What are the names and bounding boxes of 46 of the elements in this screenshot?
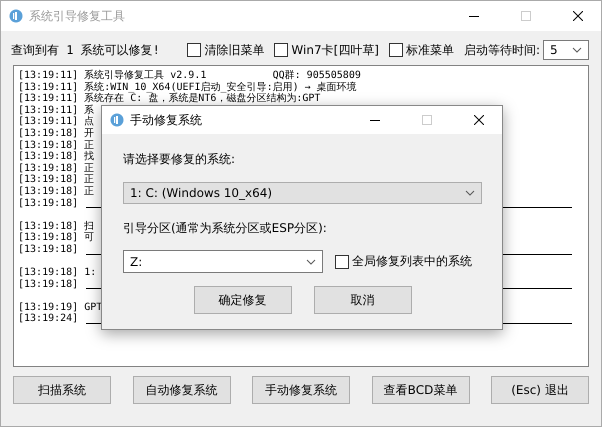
system-dropdown[interactable]: 1: C: (Windows 10_x64) — [123, 182, 482, 204]
log-line: [13:19:18] 可 — [18, 232, 94, 244]
system-label: 请选择要修复的系统: — [123, 151, 236, 168]
chevron-down-icon — [306, 258, 316, 264]
log-line: [13:19:18] 正 — [18, 140, 94, 151]
log-line: [13:19:19] GPT — [18, 302, 102, 313]
option-checkbox[interactable]: 标准菜单 — [388, 42, 454, 58]
close-icon[interactable] — [573, 11, 583, 21]
log-line: [13:19:18] 1: — [18, 267, 96, 279]
log-line: [13:19:11] 系统存在 C: 盘，系统是NT6，磁盘分区结构为:GPT — [18, 93, 320, 104]
log-line: [13:19:18] 正 — [18, 162, 94, 174]
partition-label: 引导分区(通常为系统分区或ESP分区): — [123, 220, 328, 237]
status-text: 查询到有 1 系统可以修复! — [11, 42, 160, 58]
app-logo-icon — [110, 113, 124, 127]
dialog-button[interactable]: 取消 — [314, 286, 412, 314]
log-line: [13:19:18] 正 — [18, 186, 94, 198]
option-checkbox[interactable]: Win7卡[四叶草] — [274, 42, 379, 58]
action-button[interactable]: 查看BCD菜单 — [372, 376, 470, 404]
chevron-down-icon — [465, 190, 475, 196]
log-line: [13:19:11] 系统引导修复工具 v2.9.1 QQ群: 905505809 — [18, 70, 361, 82]
app-logo-icon — [9, 9, 23, 23]
log-line: [13:19:18] 开 — [18, 128, 94, 140]
dialog-button[interactable]: 确定修复 — [194, 286, 292, 314]
action-button[interactable]: 扫描系统 — [13, 376, 111, 404]
log-line: [13:19:18] 扫 — [18, 220, 94, 232]
timeout-label: 启动等待时间: — [464, 42, 540, 58]
option-checkbox[interactable]: 全局修复列表中的系统 — [335, 253, 472, 270]
log-line: [13:19:11] 系 — [18, 104, 94, 116]
action-button[interactable]: 自动修复系统 — [132, 376, 230, 404]
log-line: [13:19:11] 系统:WIN_10_X64(UEFI启动_安全引导:启用) → 桌面环境 — [18, 82, 357, 93]
option-checkbox[interactable]: 清除旧菜单 — [187, 42, 264, 58]
close-icon[interactable] — [474, 115, 484, 125]
timeout-dropdown[interactable]: 5 — [543, 40, 589, 60]
partition-dropdown[interactable]: Z: — [123, 250, 323, 273]
action-button[interactable]: 手动修复系统 — [252, 376, 350, 404]
dialog-title: 手动修复系统 — [130, 112, 203, 128]
action-button[interactable]: (Esc) 退出 — [491, 376, 589, 404]
log-time: [13:19:18] — [18, 198, 78, 210]
log-time: [13:19:18] — [18, 244, 78, 256]
log-line: [13:19:11] 点 — [18, 116, 94, 128]
chevron-down-icon — [572, 47, 582, 53]
log-time: [13:19:18] — [18, 278, 78, 290]
log-line: [13:19:18] 找 — [18, 151, 94, 163]
log-line: [13:19:18] 正 — [18, 174, 94, 186]
log-time: [13:19:24] — [18, 313, 78, 326]
window-title: 系统引导修复工具 — [29, 8, 126, 24]
